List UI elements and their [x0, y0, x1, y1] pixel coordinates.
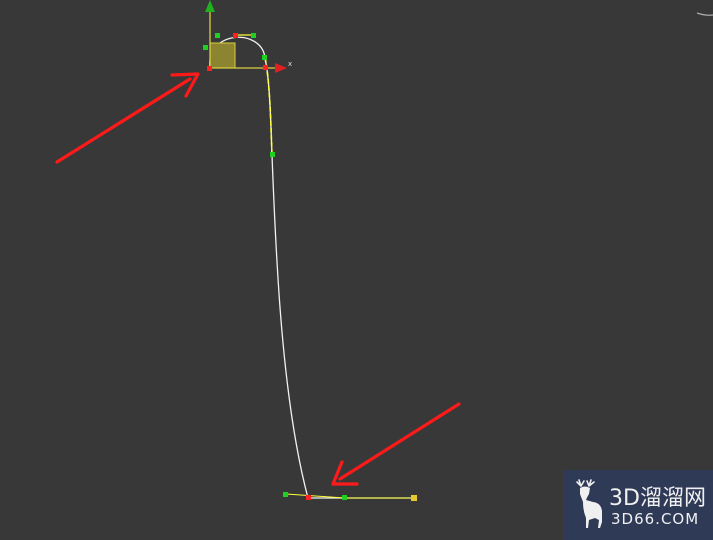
deer-icon [576, 479, 602, 528]
vertex-first[interactable] [207, 66, 212, 71]
spline-shape[interactable] [209, 36, 414, 499]
vertex-handle[interactable] [283, 492, 288, 497]
gizmo-x-arrow[interactable] [275, 63, 287, 73]
gizmo-xy-plane[interactable] [209, 42, 236, 69]
viewport-3d[interactable]: x [0, 0, 713, 540]
annotation-arrow-top [55, 72, 200, 164]
watermark-brand-text: 3D溜溜网 [609, 486, 706, 511]
vertex-top[interactable] [233, 33, 238, 38]
vertex-handle[interactable] [342, 495, 347, 500]
vertex-end[interactable] [411, 495, 417, 501]
gizmo-y-arrow[interactable] [205, 0, 215, 12]
vertex-handle[interactable] [215, 33, 220, 38]
vertex-handle[interactable] [251, 33, 256, 38]
vertex-corner[interactable] [306, 495, 311, 500]
annotation-arrow-bottom [331, 402, 461, 486]
watermark-url-text: 3D66.COM [611, 510, 700, 528]
viewcube-fragment [696, 12, 713, 16]
gizmo-x-label: x [288, 60, 292, 68]
vertex-handle[interactable] [270, 152, 275, 157]
vertex-handle[interactable] [203, 45, 208, 50]
vertex-selected[interactable] [263, 65, 268, 70]
watermark-logo: 3D溜溜网 3D66.COM [563, 470, 713, 540]
viewport-canvas[interactable]: x [0, 0, 713, 540]
vertex-handle[interactable] [262, 55, 267, 60]
